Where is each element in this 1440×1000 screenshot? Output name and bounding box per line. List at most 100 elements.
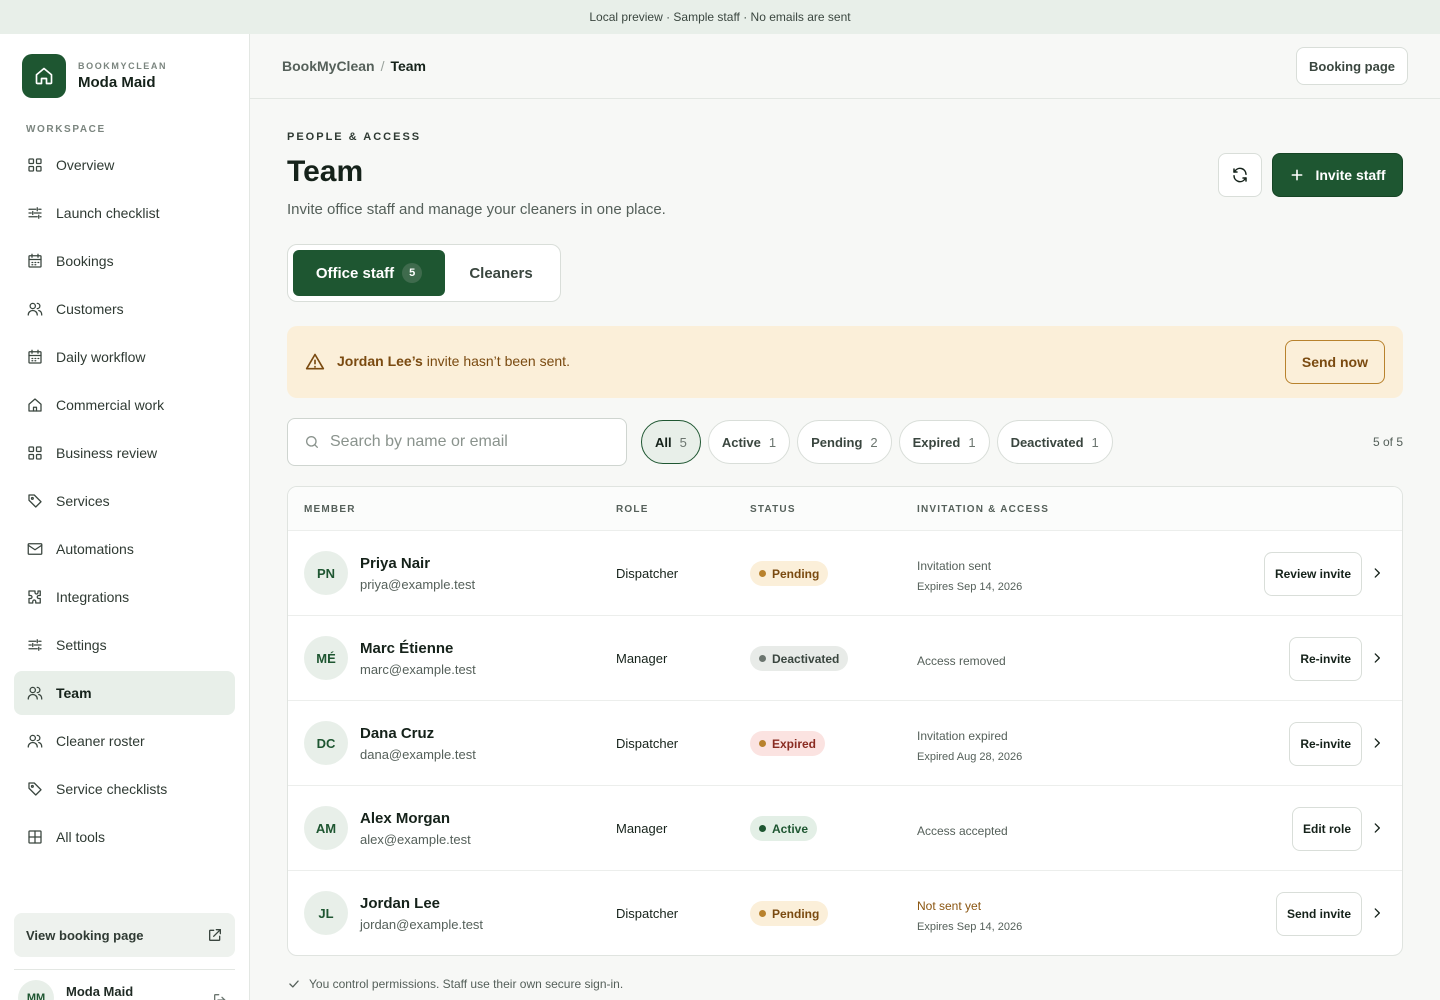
avatar: JL <box>304 891 348 935</box>
search-input[interactable] <box>330 433 610 451</box>
filter-active[interactable]: Active 1 <box>707 420 791 464</box>
invitation-date: Expired Aug 28, 2026 <box>917 751 1023 763</box>
view-booking-page-button[interactable]: View booking page <box>14 913 235 957</box>
chevron-right-icon[interactable] <box>1370 821 1384 835</box>
alert-text: invite hasn’t been sent. <box>422 353 570 369</box>
external-link-icon <box>209 929 221 941</box>
re-invite-button[interactable]: Re-invite <box>1289 637 1362 681</box>
result-count: 5 of 5 <box>1372 435 1403 449</box>
table-row[interactable]: MÉ Marc Étienne marc@example.test Manager De… <box>288 616 1402 701</box>
status-dot <box>759 910 766 917</box>
table-row[interactable]: DC Dana Cruz dana@example.test Dispatcher Ex… <box>288 701 1402 786</box>
user-menu[interactable]: MM Moda Maid <box>18 980 228 1000</box>
member-email: dana@example.test <box>360 747 476 762</box>
table-icon <box>28 830 42 844</box>
booking-page-button[interactable]: Booking page <box>1296 47 1408 85</box>
sidebar-item-bookings[interactable]: Bookings <box>14 239 235 283</box>
table-row[interactable]: JL Jordan Lee jordan@example.test Dispatche… <box>288 871 1402 955</box>
sidebar-item-commercial-work[interactable]: Commercial work <box>14 383 235 427</box>
home-icon <box>22 54 66 98</box>
avatar: MM <box>18 980 54 1000</box>
view-booking-label: View booking page <box>26 927 144 943</box>
footnote: You control permissions. Staff use their… <box>287 977 623 991</box>
invitation-date: Expires Sep 14, 2026 <box>917 581 1023 593</box>
invitation-status: Access accepted <box>917 824 1008 838</box>
tab-office-label: Office staff <box>315 264 395 282</box>
users-icon <box>27 686 43 700</box>
sidebar-item-services[interactable]: Services <box>14 479 235 523</box>
tag-icon <box>28 494 42 508</box>
re-invite-button[interactable]: Re-invite <box>1289 722 1362 766</box>
invitation-status: Invitation sent <box>917 559 992 573</box>
chevron-right-icon[interactable] <box>1370 906 1384 920</box>
member-name: Priya Nair <box>360 555 431 572</box>
member-name: Dana Cruz <box>360 725 435 742</box>
filter-pending[interactable]: Pending 2 <box>797 420 892 464</box>
sidebar-item-integrations[interactable]: Integrations <box>14 575 235 619</box>
avatar: PN <box>304 551 348 595</box>
filter-label: Pending <box>811 434 863 450</box>
filter-deactivated[interactable]: Deactivated 1 <box>996 420 1113 464</box>
invite-staff-button[interactable]: Invite staff <box>1272 153 1403 197</box>
sidebar-divider <box>14 969 235 970</box>
grid-icon <box>28 446 42 460</box>
status-label: Pending <box>772 906 820 921</box>
brand[interactable]: BOOKMYCLEAN Moda Maid <box>22 54 167 98</box>
sidebar-item-cleaner-roster[interactable]: Cleaner roster <box>14 719 235 763</box>
invitation-status: Not sent yet <box>917 899 982 913</box>
tag-icon <box>28 782 42 796</box>
sidebar-item-customers[interactable]: Customers <box>14 287 235 331</box>
chevron-right-icon[interactable] <box>1370 566 1384 580</box>
send-invite-button[interactable]: Send invite <box>1275 892 1362 936</box>
sidebar-item-label: Cleaner roster <box>56 733 145 749</box>
status-label: Deactivated <box>772 651 840 666</box>
col-invitation: INVITATION & ACCESS <box>917 504 1050 515</box>
sidebar-item-automations[interactable]: Automations <box>14 527 235 571</box>
sidebar-item-label: Customers <box>56 301 124 317</box>
col-status: STATUS <box>750 504 796 515</box>
sidebar-item-business-review[interactable]: Business review <box>14 431 235 475</box>
sidebar-item-label: Overview <box>56 157 115 173</box>
refresh-button[interactable] <box>1218 153 1262 197</box>
sidebar-item-settings[interactable]: Settings <box>14 623 235 667</box>
logout-icon[interactable] <box>212 992 228 1000</box>
breadcrumb-root[interactable]: BookMyClean <box>282 58 375 74</box>
tab-cleaners[interactable]: Cleaners <box>445 250 557 296</box>
table-row[interactable]: PN Priya Nair priya@example.test Dispatcher… <box>288 531 1402 616</box>
breadcrumb: BookMyClean / Team <box>282 58 426 74</box>
col-member: MEMBER <box>304 504 356 515</box>
member-email: marc@example.test <box>360 662 476 677</box>
preview-banner-text: Local preview · Sample staff · No emails… <box>589 10 851 24</box>
invite-staff-label: Invite staff <box>1315 167 1386 183</box>
status-label: Expired <box>772 736 817 751</box>
sidebar-item-all-tools[interactable]: All tools <box>14 815 235 859</box>
sidebar-item-team[interactable]: Team <box>14 671 235 715</box>
status-badge: Deactivated <box>750 646 849 671</box>
status-dot <box>759 740 766 747</box>
sidebar-item-label: Integrations <box>56 589 130 605</box>
sidebar-item-label: Service checklists <box>56 781 168 797</box>
user-name: Moda Maid <box>66 984 134 999</box>
sidebar-item-overview[interactable]: Overview <box>14 143 235 187</box>
filter-expired[interactable]: Expired 1 <box>898 420 990 464</box>
filter-label: Expired <box>912 434 961 450</box>
col-role: ROLE <box>616 504 649 515</box>
page-title: Team <box>287 155 364 188</box>
table-row[interactable]: AM Alex Morgan alex@example.test Manager Act… <box>288 786 1402 871</box>
tab-office-staff[interactable]: Office staff 5 <box>293 250 445 296</box>
send-now-button[interactable]: Send now <box>1284 340 1385 384</box>
member-role: Manager <box>616 651 668 666</box>
filter-all[interactable]: All 5 <box>641 420 701 464</box>
sidebar-item-daily-workflow[interactable]: Daily workflow <box>14 335 235 379</box>
sidebar-item-launch-checklist[interactable]: Launch checklist <box>14 191 235 235</box>
sliders-icon <box>28 639 42 651</box>
chevron-right-icon[interactable] <box>1370 651 1384 665</box>
review-invite-button[interactable]: Review invite <box>1263 552 1362 596</box>
plus-icon <box>1292 169 1303 181</box>
edit-role-button[interactable]: Edit role <box>1291 807 1362 851</box>
alert-message: Jordan Lee’s invite hasn’t been sent. <box>337 353 570 369</box>
sidebar-item-service-checklists[interactable]: Service checklists <box>14 767 235 811</box>
unsent-invite-alert: Jordan Lee’s invite hasn’t been sent. Se… <box>287 326 1403 398</box>
chevron-right-icon[interactable] <box>1370 736 1384 750</box>
sidebar: BOOKMYCLEAN Moda Maid WORKSPACE Overview… <box>0 34 250 1000</box>
